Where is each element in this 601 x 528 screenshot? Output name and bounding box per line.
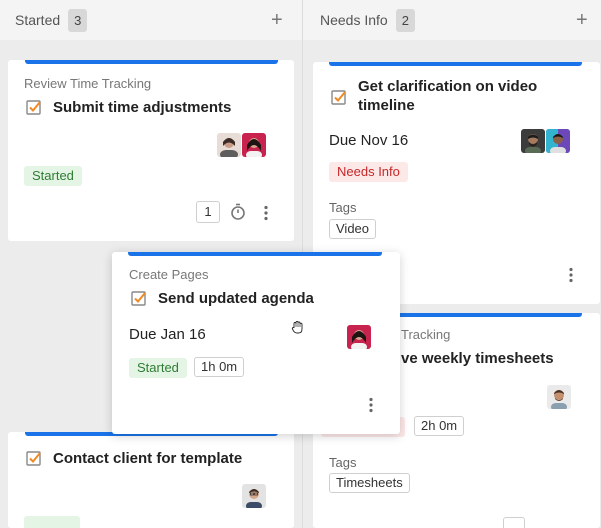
avatar [217, 133, 241, 157]
plus-icon[interactable]: + [576, 10, 588, 30]
avatar [347, 325, 371, 349]
avatar [242, 484, 266, 508]
plus-icon[interactable]: + [271, 10, 283, 30]
card-accent-bar [128, 252, 382, 256]
card-title: Contact client for template [53, 450, 243, 467]
card-title-row: Contact client for template [26, 449, 242, 468]
status-badge[interactable]: Started [129, 358, 187, 378]
tag-pill[interactable]: Timesheets [329, 473, 410, 493]
comment-count[interactable]: 1 [196, 201, 220, 223]
card-title: Get clarification on video timeline [358, 77, 537, 115]
card-project-name: Review Time Tracking [24, 76, 152, 91]
card-title: Submit time adjustments [53, 99, 232, 116]
task-checkbox-icon[interactable] [26, 450, 42, 466]
grab-cursor-icon [291, 321, 303, 334]
more-options-icon[interactable] [566, 267, 576, 283]
more-options-icon[interactable] [261, 205, 271, 221]
card-title-row: Get clarification on video timeline [331, 77, 571, 115]
tags-label: Tags [329, 200, 357, 215]
column-count-badge: 3 [68, 8, 88, 32]
card-title-row: Send updated agenda [131, 289, 314, 308]
task-checkbox-icon[interactable] [331, 89, 347, 105]
column-title: Started [15, 12, 61, 28]
column-header-started: Started 3 + [0, 0, 302, 40]
status-badge[interactable]: Started [24, 166, 82, 186]
task-card-submit-time-adjustments[interactable]: Review Time Tracking Submit time adjustm… [8, 60, 294, 241]
column-title: Needs Info [320, 12, 388, 28]
card-footer-partial [503, 517, 525, 528]
task-checkbox-icon[interactable] [26, 99, 42, 115]
status-badge-partial [24, 516, 80, 528]
card-project-name: Tracking [401, 327, 451, 342]
due-date: Due Nov 16 [329, 132, 409, 149]
more-options-icon[interactable] [366, 397, 376, 413]
avatar [242, 133, 266, 157]
avatar [521, 129, 545, 153]
avatar [547, 385, 571, 409]
status-badge[interactable]: Needs Info [329, 162, 408, 182]
tags-label: Tags [329, 455, 357, 470]
task-card-contact-client[interactable]: Contact client for template [8, 432, 294, 528]
stopwatch-icon[interactable] [230, 203, 246, 221]
card-title-line: Get clarification on video [358, 78, 538, 95]
card-title: Send updated agenda [158, 290, 314, 307]
task-checkbox-icon[interactable] [131, 290, 147, 306]
card-title: ve weekly timesheets [401, 350, 554, 367]
task-card-send-updated-agenda[interactable]: Create Pages Send updated agenda Due Jan… [112, 252, 400, 434]
due-date: Due Jan 16 [129, 326, 206, 343]
duration-pill[interactable]: 2h 0m [414, 416, 465, 436]
tag-pill[interactable]: Video [329, 219, 377, 239]
column-count-badge: 2 [395, 8, 415, 32]
avatar [546, 129, 570, 153]
card-project-name: Create Pages [129, 267, 209, 282]
card-title-row: Submit time adjustments [26, 98, 231, 117]
card-accent-bar [329, 62, 582, 66]
card-title-line: timeline [358, 97, 415, 114]
card-accent-bar [25, 60, 278, 64]
column-header-needs-info: Needs Info 2 + [303, 0, 601, 40]
duration-pill[interactable]: 1h 0m [194, 357, 245, 377]
